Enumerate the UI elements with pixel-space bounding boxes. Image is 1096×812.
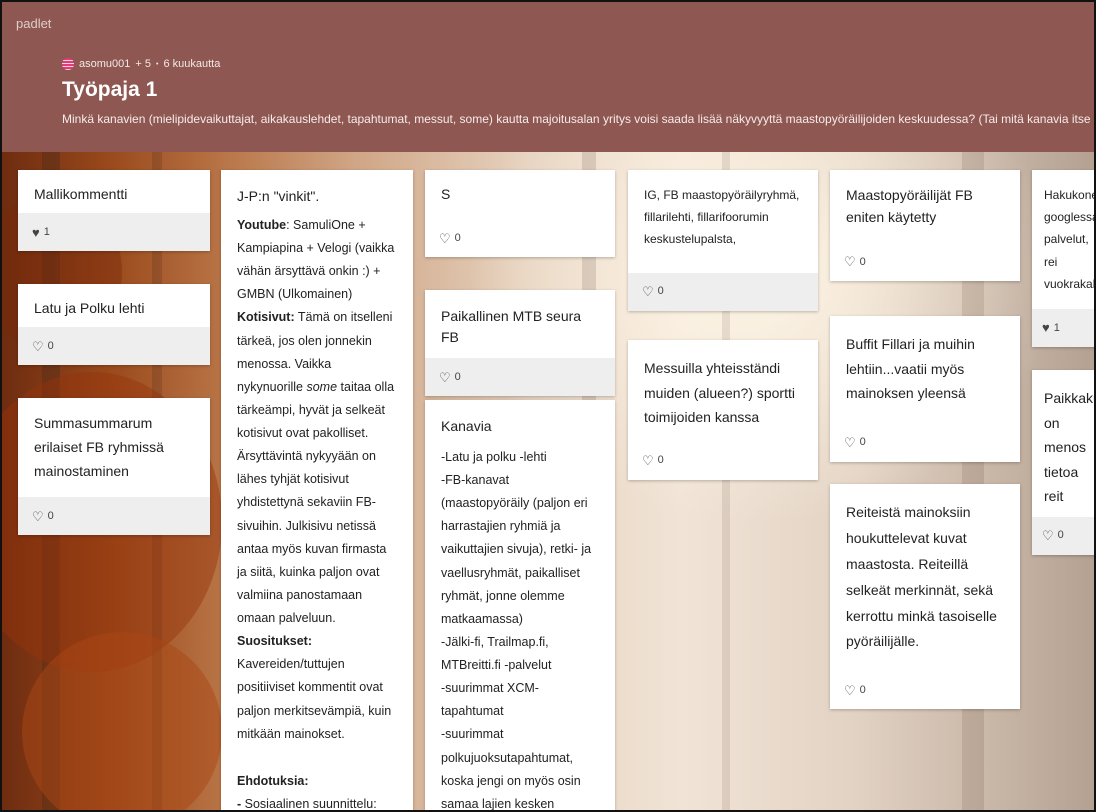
- page-description: Minkä kanavien (mielipidevaikuttajat, ai…: [62, 112, 1094, 126]
- post-title: Buffit Fillari ja muihin lehtiin...vaati…: [846, 336, 975, 401]
- post-title: Latu ja Polku lehti: [34, 300, 145, 316]
- post-title: Hakukoneo googlessa. palvelut, rei vuokr…: [1044, 188, 1096, 291]
- post-footer: ♡ 0: [18, 497, 210, 536]
- like-count: 0: [657, 454, 664, 467]
- post-card[interactable]: Kanavia -Latu ja polku -lehti -FB-kanava…: [425, 400, 615, 811]
- post-card[interactable]: Mallikommentti ♥ 1: [18, 170, 210, 251]
- like-count: 0: [454, 370, 461, 383]
- post-title: Mallikommentti: [34, 186, 128, 202]
- heart-filled-icon[interactable]: ♥: [32, 226, 40, 239]
- post-footer: ♡ 0: [425, 358, 615, 396]
- post-footer: ♥ 1: [18, 213, 210, 251]
- post-card[interactable]: Messuilla yhteisständi muiden (alueen?) …: [628, 340, 818, 480]
- page-title: Työpaja 1: [62, 78, 158, 101]
- like-count: 0: [454, 231, 461, 244]
- post-paragraph: - Sosiaalinen suunnittelu: otetaan: [237, 796, 377, 811]
- author-meta: asomu001 + 5 • 6 kuukautta: [62, 58, 220, 70]
- post-footer: ♡ 0: [830, 671, 1020, 710]
- post-footer: ♡ 0: [628, 272, 818, 311]
- post-card[interactable]: S ♡ 0: [425, 170, 615, 257]
- post-line: -suurimmat polkujuoksutapahtumat, koska …: [441, 727, 581, 811]
- like-count: 0: [47, 510, 54, 523]
- post-title: IG, FB maastopyöräilyryhmä, fillarilehti…: [644, 188, 800, 247]
- like-count: 0: [1057, 529, 1064, 542]
- like-count: 0: [657, 285, 664, 298]
- like-count: 0: [47, 339, 54, 352]
- post-card[interactable]: Latu ja Polku lehti ♡ 0: [18, 284, 210, 365]
- meta-separator: •: [155, 60, 159, 68]
- heart-outline-icon[interactable]: ♡: [439, 232, 451, 245]
- avatar[interactable]: [62, 58, 74, 70]
- post-footer: ♡ 0: [18, 327, 210, 365]
- post-footer: ♡ 0: [830, 242, 1020, 281]
- post-paragraph: Kotisivut: Tämä on itselleni tärkeä, jos…: [237, 310, 395, 626]
- post-title: Maastopyöräilijät FB eniten käytetty: [846, 187, 973, 226]
- author-name[interactable]: asomu001: [79, 58, 130, 70]
- post-title: Kanavia: [441, 418, 492, 434]
- post-title: J-P:n "vinkit".: [237, 188, 320, 204]
- heart-outline-icon[interactable]: ♡: [844, 255, 856, 268]
- padlet-window: padlet asomu001 + 5 • 6 kuukautta Työpaj…: [0, 0, 1096, 812]
- post-card[interactable]: Hakukoneo googlessa. palvelut, rei vuokr…: [1032, 170, 1096, 347]
- post-footer: ♡ 0: [830, 423, 1020, 462]
- post-title: Paikkakun on menos tietoa reit: [1044, 390, 1094, 504]
- padlet-header: padlet asomu001 + 5 • 6 kuukautta Työpaj…: [2, 2, 1094, 152]
- post-card[interactable]: Paikallinen MTB seura FB ♡ 0: [425, 290, 615, 396]
- like-count: 0: [859, 436, 866, 449]
- heart-outline-icon[interactable]: ♡: [844, 436, 856, 449]
- post-card[interactable]: Reiteistä mainoksiin houkuttelevat kuvat…: [830, 484, 1020, 710]
- post-title: Paikallinen MTB seura FB: [441, 308, 582, 345]
- post-line: -suurimmat XCM-tapahtumat: [441, 681, 539, 719]
- post-footer: ♡ 0: [1032, 516, 1094, 555]
- post-title: Messuilla yhteisständi muiden (alueen?) …: [644, 360, 795, 425]
- post-line: -Latu ja polku -lehti: [441, 449, 547, 464]
- post-footer: ♡ 0: [628, 441, 818, 480]
- post-paragraph: Suositukset: Kavereiden/tuttujen positii…: [237, 634, 392, 741]
- like-count: 0: [859, 255, 866, 268]
- heart-outline-icon[interactable]: ♡: [32, 340, 44, 353]
- post-card[interactable]: IG, FB maastopyöräilyryhmä, fillarilehti…: [628, 170, 818, 311]
- post-card[interactable]: Summasummarum erilaiset FB ryhmissä main…: [18, 398, 210, 536]
- heart-outline-icon[interactable]: ♡: [32, 510, 44, 523]
- padlet-logo[interactable]: padlet: [16, 16, 51, 31]
- post-paragraph: Youtube: SamuliOne + Kampiapina + Velogi…: [237, 217, 395, 302]
- post-footer: ♥ 1: [1032, 308, 1094, 347]
- heart-outline-icon[interactable]: ♡: [642, 454, 654, 467]
- post-card[interactable]: Maastopyöräilijät FB eniten käytetty ♡ 0: [830, 170, 1020, 281]
- post-title: Reiteistä mainoksiin houkuttelevat kuvat…: [846, 504, 997, 650]
- post-paragraph: Ehdotuksia:: [237, 773, 309, 788]
- post-age: 6 kuukautta: [163, 58, 221, 70]
- post-title: S: [441, 186, 451, 202]
- post-card[interactable]: J-P:n "vinkit". Youtube: SamuliOne + Kam…: [221, 170, 413, 811]
- contributors-count: + 5: [135, 58, 151, 70]
- heart-outline-icon[interactable]: ♡: [1042, 529, 1054, 542]
- heart-outline-icon[interactable]: ♡: [642, 285, 654, 298]
- like-count: 1: [43, 225, 50, 238]
- post-card[interactable]: Buffit Fillari ja muihin lehtiin...vaati…: [830, 316, 1020, 462]
- post-title: Summasummarum erilaiset FB ryhmissä main…: [34, 415, 164, 479]
- post-line: -FB-kanavat (maastopyöräily (paljon eri …: [441, 473, 592, 626]
- like-count: 0: [859, 684, 866, 697]
- like-count: 1: [1053, 321, 1060, 334]
- post-card[interactable]: Paikkakun on menos tietoa reit ♡ 0: [1032, 370, 1094, 555]
- heart-filled-icon[interactable]: ♥: [1042, 321, 1050, 334]
- heart-outline-icon[interactable]: ♡: [439, 371, 451, 384]
- post-line: -Jälki-fi, Trailmap.fi, MTBreitti.fi -pa…: [441, 634, 552, 673]
- post-footer: ♡ 0: [425, 219, 615, 257]
- heart-outline-icon[interactable]: ♡: [844, 684, 856, 697]
